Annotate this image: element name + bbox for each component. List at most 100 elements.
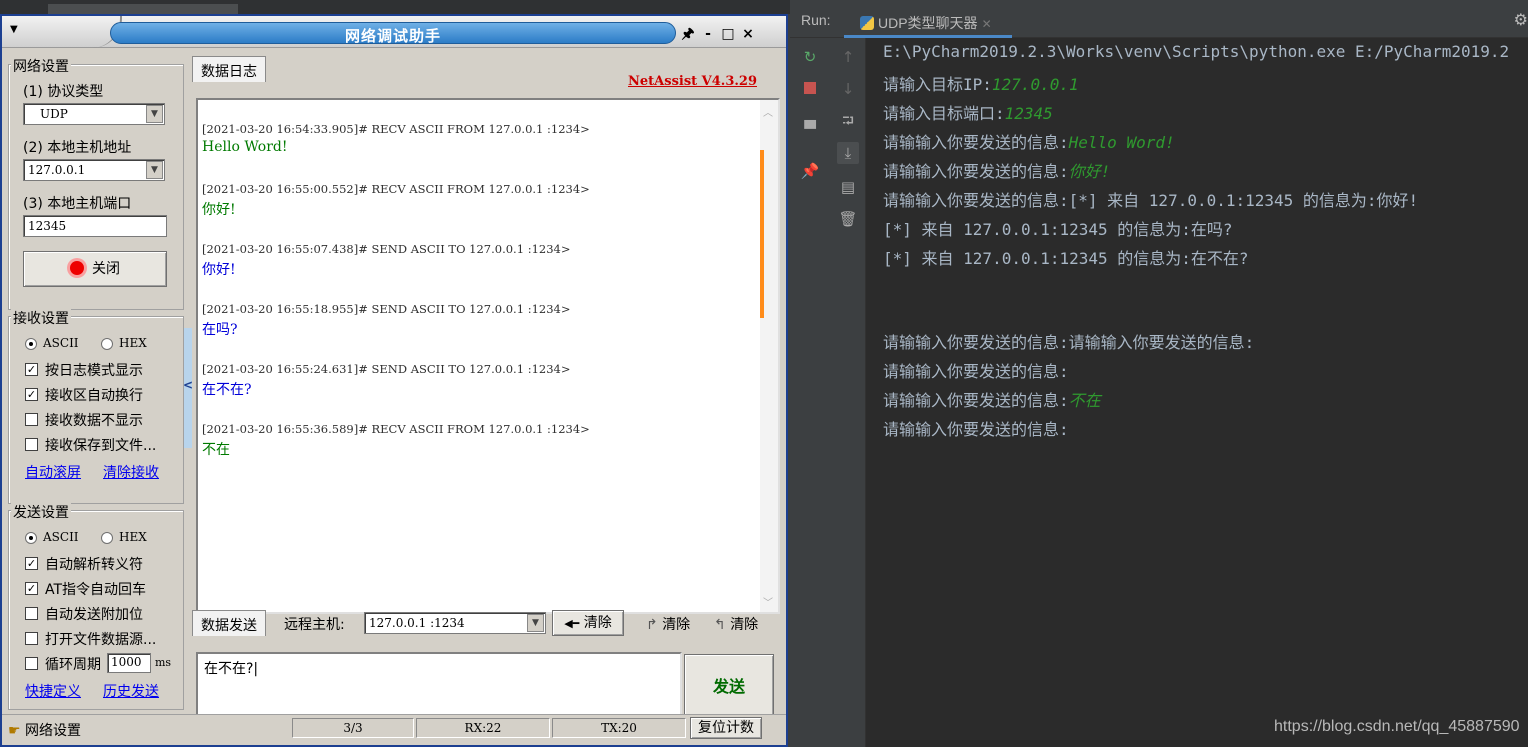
protocol-value: UDP (40, 107, 68, 121)
recv-hex-radio[interactable] (101, 338, 113, 350)
console-line: 请输输入你要发送的信息:不在 (883, 387, 1101, 411)
save-to-file-checkbox[interactable] (25, 438, 38, 451)
network-settings-group: 网络设置 (1) 协议类型 UDP ▼ (2) 本地主机地址 127.0.0.1… (8, 56, 184, 310)
stop-icon[interactable] (799, 78, 821, 100)
host-label: (2) 本地主机地址 (23, 140, 132, 156)
soft-wrap-icon[interactable]: ⮒ (837, 110, 859, 132)
loop-period-label: 循环周期 (45, 657, 101, 673)
shortcut-link[interactable]: 快捷定义 (25, 681, 81, 701)
status-light-icon (70, 261, 84, 275)
close-connection-button[interactable]: 关闭 (23, 251, 167, 287)
log-mode-label: 按日志模式显示 (45, 363, 143, 379)
scroll-down-icon[interactable]: ﹀ (763, 594, 773, 609)
file-source-label: 打开文件数据源... (45, 632, 157, 648)
auto-wrap-checkbox[interactable]: ✓ (25, 388, 38, 401)
clear-send-label: 清除 (730, 617, 759, 633)
log-entry-message: 不在 (202, 442, 230, 458)
minimize-button[interactable]: - (698, 26, 718, 42)
close-tab-icon[interactable]: ✕ (982, 17, 992, 31)
file-source-checkbox[interactable] (25, 632, 38, 645)
chevron-down-icon[interactable]: ▼ (146, 161, 163, 179)
loop-period-checkbox[interactable] (25, 657, 38, 670)
reset-count-button[interactable]: 复位计数 (690, 717, 762, 739)
auto-scroll-link[interactable]: 自动滚屏 (25, 462, 81, 482)
rerun-icon[interactable]: ↻ (799, 46, 821, 68)
up-arrow-icon: ↰ (714, 617, 726, 633)
receive-settings-legend: 接收设置 (11, 308, 71, 328)
remote-host-select[interactable]: 127.0.0.1 :1234 ▼ (364, 612, 546, 634)
send-hex-label: HEX (119, 530, 147, 544)
chevron-down-icon[interactable]: ▼ (527, 614, 544, 632)
loop-period-input[interactable]: 1000 (107, 653, 151, 673)
clear-history-button[interactable]: ◀━ 清除 (552, 610, 624, 636)
trash-icon[interactable]: 🗑 (837, 208, 859, 230)
system-menu-icon[interactable]: ▼ (6, 22, 812, 42)
tab-run-config[interactable]: UDP类型聊天器 ✕ (844, 6, 1012, 38)
console-text: [*] 来自 127.0.0.1:12345 的信息为:在吗? (883, 220, 1233, 239)
up-arrow-icon[interactable]: ↑ (837, 46, 859, 68)
clear-send-action[interactable]: ↰ 清除 (714, 614, 758, 634)
maximize-button[interactable]: □ (718, 26, 738, 42)
log-scrollbar[interactable]: ︿ ﹀ (760, 100, 778, 612)
port-input[interactable]: 12345 (23, 215, 167, 237)
gear-icon[interactable]: ⚙ (1514, 10, 1528, 29)
pin-tab-icon[interactable]: 📌 (799, 160, 821, 182)
receive-log[interactable]: [2021-03-20 16:54:33.905]# RECV ASCII FR… (196, 98, 780, 614)
version-link[interactable]: NetAssist V4.3.29 (628, 74, 757, 89)
console-line: 请输入目标IP:127.0.0.1 (883, 71, 1079, 95)
recv-ascii-radio[interactable] (25, 338, 37, 350)
tab-data-send[interactable]: 数据发送 (192, 610, 266, 636)
clear-history-label: 清除 (583, 615, 612, 631)
append-bits-label: 自动发送附加位 (45, 607, 143, 623)
log-entry: [2021-03-20 16:54:33.905]# RECV ASCII FR… (202, 122, 590, 155)
console-input: 你好! (1068, 162, 1111, 181)
chevron-down-icon[interactable]: ▼ (146, 105, 163, 123)
hand-pointer-icon: ☛ (8, 723, 21, 739)
print-icon[interactable]: ▤ (837, 176, 859, 198)
status-net-label: 网络设置 (25, 723, 82, 739)
splitter-handle[interactable]: < (183, 328, 193, 448)
status-net-settings[interactable]: ☛ 网络设置 (8, 720, 81, 740)
clear-recv-link[interactable]: 清除接收 (103, 462, 159, 482)
send-input[interactable]: 在不在?| (196, 652, 682, 722)
log-mode-checkbox[interactable]: ✓ (25, 363, 38, 376)
pin-icon[interactable]: 🖈 (678, 23, 698, 47)
send-ascii-radio[interactable] (25, 532, 37, 544)
python-icon (860, 16, 874, 30)
console-text: 请输输入你要发送的信息: (883, 133, 1069, 152)
send-button[interactable]: 发送 (684, 654, 774, 720)
protocol-select[interactable]: UDP ▼ (23, 103, 165, 125)
down-arrow-icon[interactable]: ↓ (837, 78, 859, 100)
history-link[interactable]: 历史发送 (103, 681, 159, 701)
at-return-label: AT指令自动回车 (45, 582, 147, 598)
log-entry-header: [2021-03-20 16:55:36.589]# RECV ASCII FR… (202, 422, 590, 436)
clear-recv-action[interactable]: ↱ 清除 (646, 614, 690, 634)
log-entry: [2021-03-20 16:55:24.631]# SEND ASCII TO… (202, 362, 570, 399)
title-bar[interactable]: ▼ 网络调试助手 🖈 - □ × (2, 16, 812, 48)
collapse-arrow-icon[interactable]: < (183, 378, 193, 392)
loop-period-unit: ms (155, 656, 172, 669)
hide-recv-checkbox[interactable] (25, 413, 38, 426)
console-text: E:\PyCharm2019.2.3\Works\venv\Scripts\py… (883, 42, 1510, 61)
console-line: 请输输入你要发送的信息:你好! (883, 158, 1110, 182)
console-text: [*] 来自 127.0.0.1:12345 的信息为:在不在? (883, 249, 1249, 268)
scroll-to-end-icon[interactable]: ⤓ (837, 142, 859, 164)
scroll-thumb[interactable] (760, 150, 764, 318)
parse-escape-checkbox[interactable]: ✓ (25, 557, 38, 570)
close-window-button[interactable]: × (738, 26, 758, 42)
tab-run-config-label: UDP类型聊天器 (878, 15, 978, 31)
send-hex-radio[interactable] (101, 532, 113, 544)
log-entry-header: [2021-03-20 16:55:24.631]# SEND ASCII TO… (202, 362, 571, 376)
tab-data-log[interactable]: 数据日志 (192, 56, 266, 82)
append-bits-checkbox[interactable] (25, 607, 38, 620)
scroll-up-icon[interactable]: ︿ (763, 104, 773, 119)
at-return-checkbox[interactable]: ✓ (25, 582, 38, 595)
log-entry: [2021-03-20 16:55:36.589]# RECV ASCII FR… (202, 422, 590, 459)
remote-host-label: 远程主机: (284, 617, 345, 633)
layout-icon[interactable]: ▀ (799, 118, 821, 140)
status-count: 3/3 (292, 718, 414, 738)
host-select[interactable]: 127.0.0.1 ▼ (23, 159, 165, 181)
background-tab (48, 4, 238, 14)
console-text: 请输输入你要发送的信息: (883, 362, 1069, 381)
log-entry-header: [2021-03-20 16:55:18.955]# SEND ASCII TO… (202, 302, 571, 316)
